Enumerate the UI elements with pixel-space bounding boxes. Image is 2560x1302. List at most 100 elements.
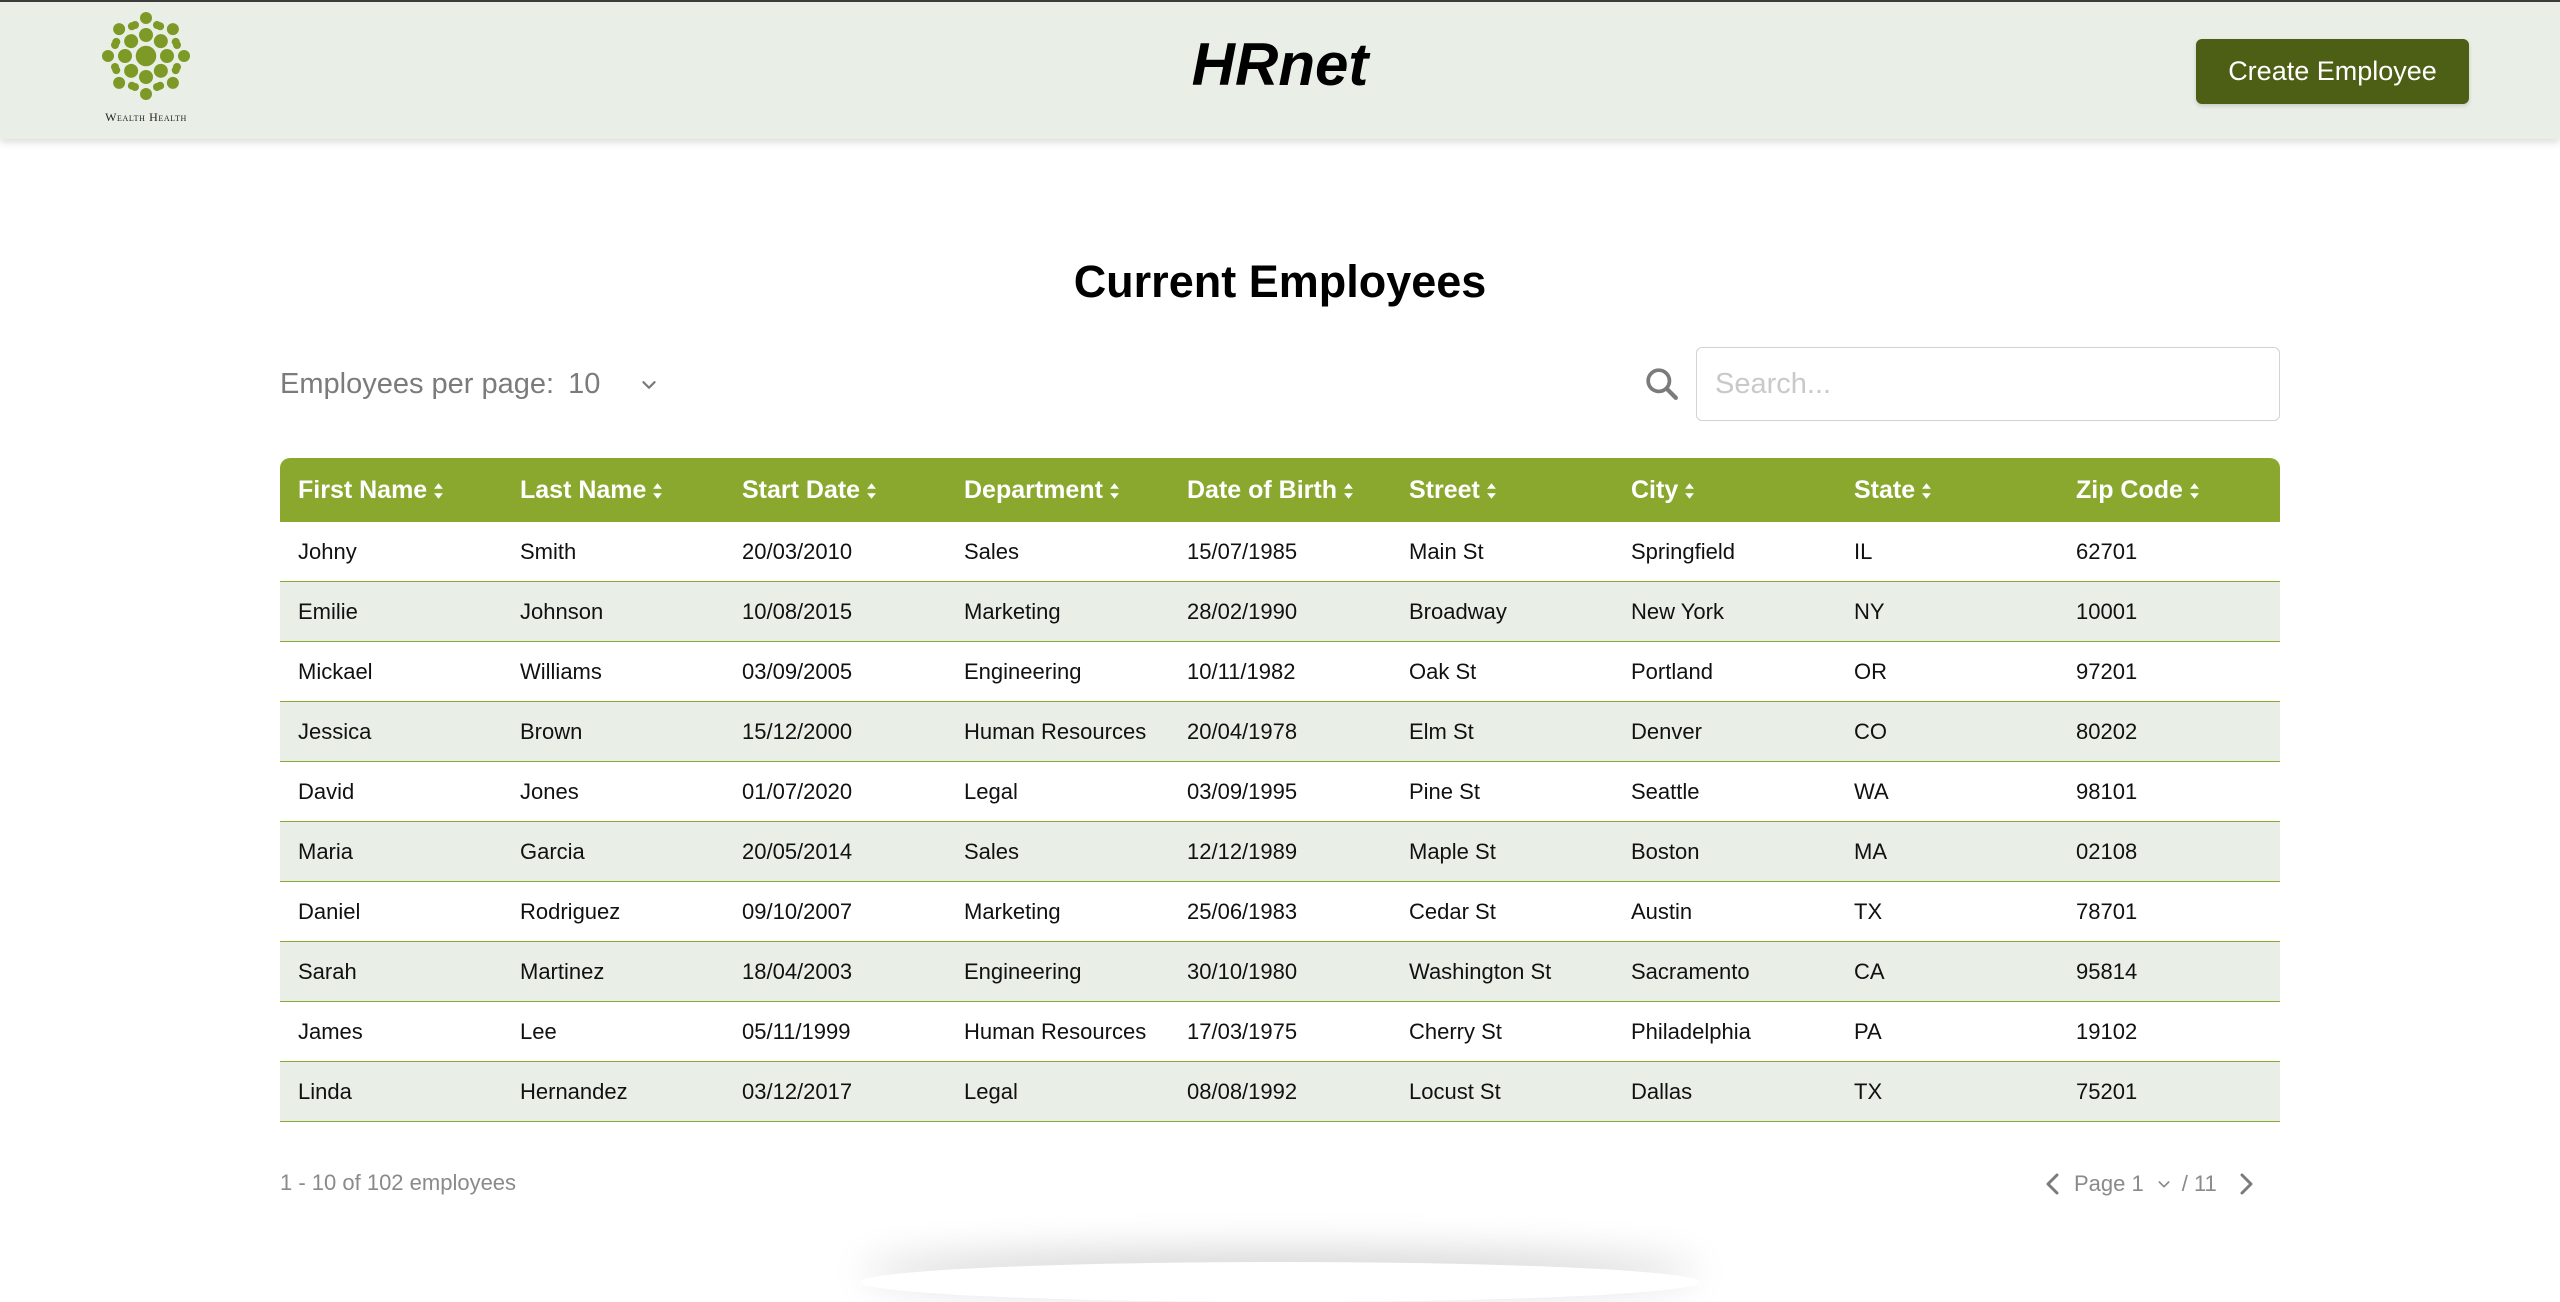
table-cell: Legal <box>946 761 1169 822</box>
page-select[interactable]: Page 1 <box>2074 1171 2172 1197</box>
table-cell: Linda <box>280 1061 502 1122</box>
table-cell: PA <box>1836 1001 2058 1062</box>
table-row: Emilie Johnson 10/08/2015 Marketing 28/02/19… <box>280 581 2280 642</box>
table-cell: 10001 <box>2058 581 2280 642</box>
table-cell: Jessica <box>280 701 502 762</box>
column-header-state[interactable]: State <box>1836 458 2058 522</box>
table-cell: WA <box>1836 761 2058 822</box>
search-icon <box>1646 368 1678 400</box>
search-input[interactable] <box>1696 347 2280 421</box>
sort-icon <box>2190 483 2199 499</box>
sort-icon <box>1486 483 1496 499</box>
table-cell: Human Resources <box>946 701 1169 762</box>
column-header-city[interactable]: City <box>1613 458 1836 522</box>
table-cell: 78701 <box>2058 881 2280 942</box>
table-cell: Denver <box>1613 701 1836 762</box>
sort-icon <box>867 483 876 499</box>
table-cell: CA <box>1836 941 2058 1002</box>
total-pages: / 11 <box>2181 1171 2217 1196</box>
chevron-down-icon <box>2158 1181 2170 1188</box>
per-page-select[interactable]: 10 <box>568 368 638 401</box>
column-header-label: Last Name <box>520 475 647 504</box>
column-header-date-of-birth[interactable]: Date of Birth <box>1169 458 1391 522</box>
per-page-label: Employees per page: <box>280 368 555 400</box>
table-row: Mickael Williams 03/09/2005 Engineering 10/1… <box>280 641 2280 702</box>
table-cell: Johny <box>280 522 502 582</box>
footer-shadow <box>860 1262 1700 1302</box>
table-cell: 03/09/1995 <box>1169 761 1391 822</box>
table-cell: David <box>280 761 502 822</box>
table-row: Maria Garcia 20/05/2014 Sales 12/12/1989 Mapl… <box>280 821 2280 882</box>
create-employee-button[interactable]: Create Employee <box>2196 39 2469 104</box>
table-cell: Marketing <box>946 581 1169 642</box>
chevron-left-icon <box>2046 1173 2059 1195</box>
table-cell: 09/10/2007 <box>724 881 946 942</box>
table-cell: 05/11/1999 <box>724 1001 946 1062</box>
table-cell: Engineering <box>946 941 1169 1002</box>
table-cell: 17/03/1975 <box>1169 1001 1391 1062</box>
table-cell: Emilie <box>280 581 502 642</box>
employees-table: First Name Last Name Start Date Department D… <box>280 458 2280 1122</box>
table-cell: Seattle <box>1613 761 1836 822</box>
table-body: Johny Smith 20/03/2010 Sales 15/07/1985 Main … <box>280 522 2280 1122</box>
app-title: HRnet <box>1191 31 1369 98</box>
table-cell: Martinez <box>502 941 724 1002</box>
table-cell: Elm St <box>1391 701 1613 762</box>
table-cell: 30/10/1980 <box>1169 941 1391 1002</box>
table-cell: Austin <box>1613 881 1836 942</box>
column-header-label: Date of Birth <box>1187 475 1337 504</box>
table-cell: Sales <box>946 522 1169 582</box>
sort-icon <box>1110 483 1119 499</box>
sort-icon <box>434 483 444 499</box>
column-header-street[interactable]: Street <box>1391 458 1613 522</box>
table-cell: Lee <box>502 1001 724 1062</box>
next-page-button[interactable] <box>2233 1168 2259 1200</box>
table-cell: CO <box>1836 701 2058 762</box>
table-cell: New York <box>1613 581 1836 642</box>
table-cell: Brown <box>502 701 724 762</box>
table-cell: MA <box>1836 821 2058 882</box>
table-cell: Main St <box>1391 522 1613 582</box>
column-header-zip-code[interactable]: Zip Code <box>2058 458 2280 522</box>
table-cell: 28/02/1990 <box>1169 581 1391 642</box>
table-cell: 20/05/2014 <box>724 821 946 882</box>
table-cell: TX <box>1836 1061 2058 1122</box>
table-cell: 03/12/2017 <box>724 1061 946 1122</box>
pagination: Page 1 / 11 <box>2040 1166 2280 1202</box>
chevron-right-icon <box>2240 1173 2253 1195</box>
table-cell: Garcia <box>502 821 724 882</box>
results-summary: 1 - 10 of 102 employees <box>280 1170 517 1195</box>
table-cell: Portland <box>1613 641 1836 702</box>
table-cell: Engineering <box>946 641 1169 702</box>
table-cell: Hernandez <box>502 1061 724 1122</box>
table-cell: Boston <box>1613 821 1836 882</box>
table-cell: Philadelphia <box>1613 1001 1836 1062</box>
table-cell: 12/12/1989 <box>1169 821 1391 882</box>
sort-icon <box>653 483 663 499</box>
table-cell: Oak St <box>1391 641 1613 702</box>
column-header-last-name[interactable]: Last Name <box>502 458 724 522</box>
table-cell: 95814 <box>2058 941 2280 1002</box>
table-cell: 10/11/1982 <box>1169 641 1391 702</box>
chevron-down-icon[interactable] <box>638 374 660 396</box>
table-row: Daniel Rodriguez 09/10/2007 Marketing 25/06/… <box>280 881 2280 942</box>
table-cell: 62701 <box>2058 522 2280 582</box>
column-header-department[interactable]: Department <box>946 458 1169 522</box>
column-header-label: Street <box>1409 475 1480 504</box>
column-header-start-date[interactable]: Start Date <box>724 458 946 522</box>
table-cell: Maple St <box>1391 821 1613 882</box>
table-cell: Locust St <box>1391 1061 1613 1122</box>
column-header-first-name[interactable]: First Name <box>280 458 502 522</box>
table-cell: Springfield <box>1613 522 1836 582</box>
table-header-row: First Name Last Name Start Date Department D… <box>280 458 2280 522</box>
table-cell: 19102 <box>2058 1001 2280 1062</box>
column-header-label: City <box>1631 475 1679 504</box>
table-row: Sarah Martinez 18/04/2003 Engineering 30/10/… <box>280 941 2280 1002</box>
table-cell: 15/07/1985 <box>1169 522 1391 582</box>
previous-page-button[interactable] <box>2040 1168 2066 1200</box>
table-cell: Human Resources <box>946 1001 1169 1062</box>
table-cell: OR <box>1836 641 2058 702</box>
column-header-label: Start Date <box>742 475 861 504</box>
table-cell: 08/08/1992 <box>1169 1061 1391 1122</box>
app-header: Wealth Health HRnet Create Employee <box>0 0 2560 139</box>
